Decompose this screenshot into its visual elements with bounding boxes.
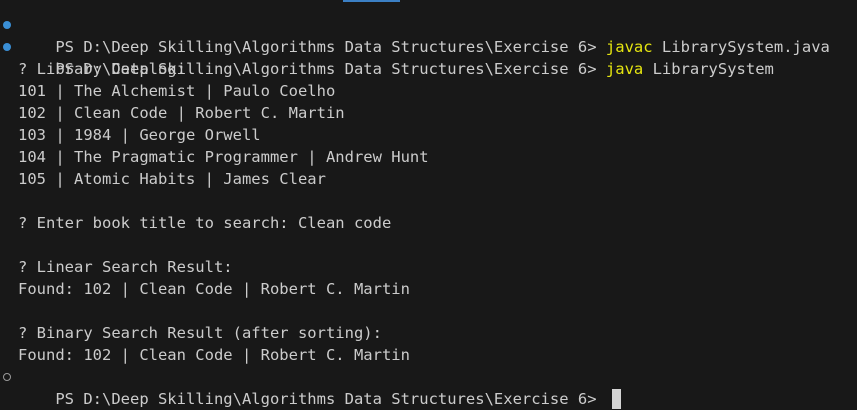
catalog-row: 101 | The Alchemist | Paulo Coelho xyxy=(18,82,336,100)
output-line: ? Linear Search Result: xyxy=(18,258,233,276)
output-line: ? Library Catalog: xyxy=(18,60,186,78)
output-line: Found: 102 | Clean Code | Robert C. Mart… xyxy=(18,346,410,364)
output-line: Found: 102 | Clean Code | Robert C. Mart… xyxy=(18,280,410,298)
terminal-line-run: PS D:\Deep Skilling\Algorithms Data Stru… xyxy=(0,36,857,78)
command-status-dot-icon[interactable] xyxy=(3,21,11,29)
command-status-dot-icon[interactable] xyxy=(3,43,11,51)
terminal-line-compile: PS D:\Deep Skilling\Algorithms Data Stru… xyxy=(0,14,857,56)
prompt-text: PS D:\Deep Skilling\Algorithms Data Stru… xyxy=(55,390,606,408)
catalog-row: 104 | The Pragmatic Programmer | Andrew … xyxy=(18,148,429,166)
catalog-row: 103 | 1984 | George Orwell xyxy=(18,126,261,144)
terminal-panel[interactable]: PS D:\Deep Skilling\Algorithms Data Stru… xyxy=(0,0,857,410)
text-cursor[interactable] xyxy=(611,388,621,409)
catalog-row: 102 | Clean Code | Robert C. Martin xyxy=(18,104,345,122)
output-line: ? Enter book title to search: Clean code xyxy=(18,214,392,232)
active-tab-indicator xyxy=(343,0,400,2)
command-status-dot-icon[interactable] xyxy=(3,373,11,381)
terminal-line-current-prompt: PS D:\Deep Skilling\Algorithms Data Stru… xyxy=(0,366,857,409)
output-line: ? Binary Search Result (after sorting): xyxy=(18,324,382,342)
catalog-row: 105 | Atomic Habits | James Clear xyxy=(18,170,326,188)
